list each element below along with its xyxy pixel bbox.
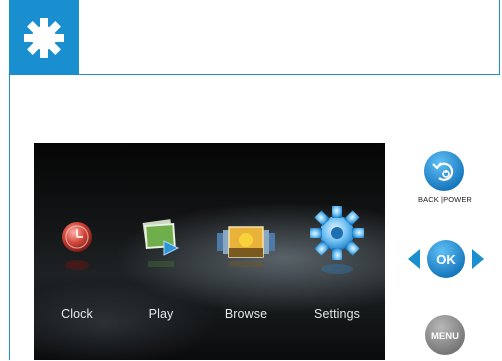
settings-badge bbox=[9, 0, 79, 75]
frame-right-border bbox=[499, 0, 500, 75]
left-arrow-icon[interactable] bbox=[408, 249, 420, 269]
back-power-button[interactable] bbox=[419, 150, 469, 192]
device-screen: Clock Play Browse Settings bbox=[34, 143, 385, 360]
navigation-pad[interactable]: OK bbox=[406, 236, 486, 282]
clock-icon bbox=[62, 222, 92, 270]
menu-button-label: MENU bbox=[431, 331, 459, 342]
header-divider bbox=[79, 74, 499, 75]
frame-left-border bbox=[9, 75, 10, 360]
menu-item-browse[interactable]: Browse bbox=[206, 203, 286, 353]
play-photos-icon bbox=[142, 219, 180, 267]
menu-label-play: Play bbox=[148, 307, 174, 321]
menu-label-browse: Browse bbox=[224, 307, 268, 321]
menu-label-settings: Settings bbox=[314, 307, 360, 321]
menu-item-settings[interactable]: Settings bbox=[297, 203, 377, 353]
menu-item-play[interactable]: Play bbox=[121, 203, 201, 353]
back-power-label: BACK |POWER bbox=[418, 195, 472, 204]
browse-photos-icon bbox=[217, 226, 275, 267]
menu-button[interactable]: MENU bbox=[424, 314, 466, 356]
settings-gear-icon bbox=[310, 206, 364, 274]
gear-icon bbox=[24, 17, 64, 58]
menu-label-clock: Clock bbox=[61, 307, 93, 321]
right-arrow-icon[interactable] bbox=[472, 249, 484, 269]
menu-item-clock[interactable]: Clock bbox=[37, 203, 117, 353]
ok-label: OK bbox=[436, 252, 456, 267]
